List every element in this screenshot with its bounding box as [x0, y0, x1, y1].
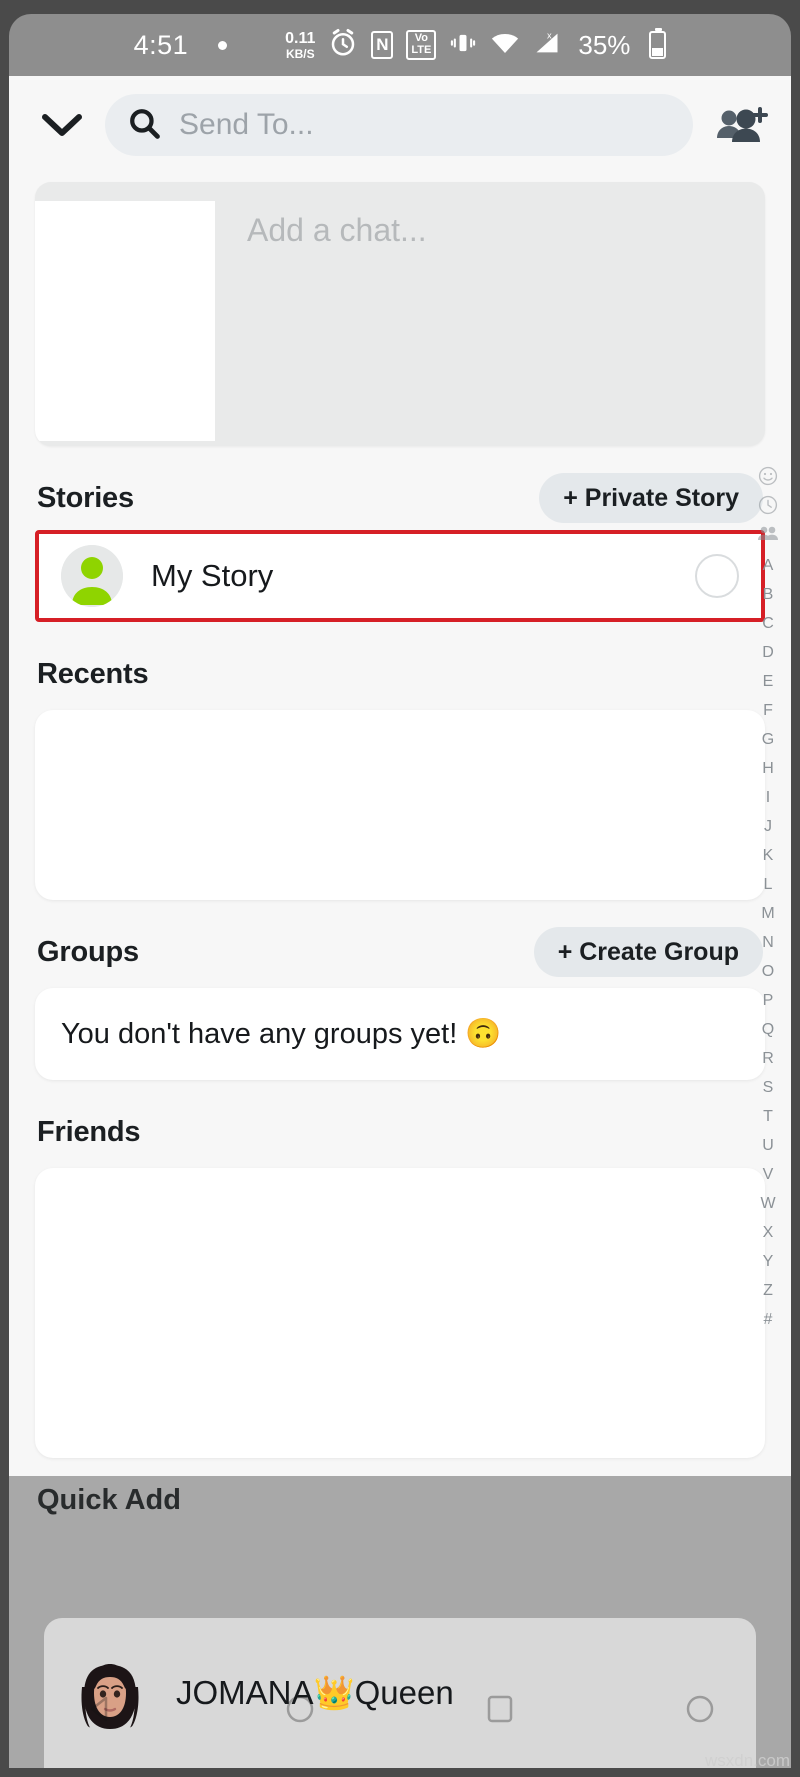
- friends-section-header: Friends: [9, 1106, 791, 1158]
- cellular-signal-icon: x: [533, 29, 561, 62]
- search-placeholder: Send To...: [179, 108, 314, 141]
- alpha-letter[interactable]: J: [764, 812, 772, 841]
- vibrate-icon: [449, 29, 477, 62]
- nfc-label: N: [376, 35, 389, 54]
- status-bar-time: 4:51: [133, 29, 189, 60]
- friends-list-card[interactable]: [35, 1168, 765, 1458]
- network-speed-unit: KB/S: [285, 46, 315, 61]
- network-speed-value: 0.11: [285, 29, 316, 47]
- add-a-chat-placeholder: Add a chat...: [247, 212, 427, 248]
- groups-title: Groups: [37, 935, 139, 968]
- alpha-letter[interactable]: Y: [763, 1247, 774, 1276]
- alpha-letter[interactable]: M: [761, 899, 774, 928]
- alpha-letter[interactable]: X: [763, 1218, 774, 1247]
- quick-add-contact-row[interactable]: JOMANA👑Queen: [44, 1618, 756, 1768]
- alarm-clock-icon: [328, 28, 358, 63]
- alpha-letter[interactable]: U: [762, 1131, 774, 1160]
- alpha-letter[interactable]: V: [763, 1160, 774, 1189]
- my-story-select-radio[interactable]: [695, 554, 739, 598]
- my-story-label: My Story: [151, 558, 274, 593]
- avatar: [61, 545, 123, 607]
- alpha-letter[interactable]: H: [762, 754, 774, 783]
- stories-title: Stories: [37, 481, 134, 514]
- alpha-letter[interactable]: #: [764, 1305, 773, 1334]
- create-group-button[interactable]: + Create Group: [533, 927, 763, 977]
- group-icon[interactable]: [757, 524, 779, 547]
- alpha-letter[interactable]: T: [763, 1102, 773, 1131]
- alpha-letter[interactable]: Z: [763, 1276, 773, 1305]
- recents-section-header: Recents: [9, 648, 791, 700]
- add-friends-icon[interactable]: [713, 102, 769, 148]
- groups-section-header: Groups + Create Group: [9, 926, 791, 978]
- search-input[interactable]: Send To...: [105, 94, 693, 156]
- alpha-letter[interactable]: Q: [762, 1015, 774, 1044]
- battery-icon: [649, 28, 667, 59]
- phone-screen: 4:51 0.11 KB/S N Vo LTE x 35% Send To...…: [0, 0, 800, 1777]
- status-bar: 4:51 0.11 KB/S N Vo LTE x 35%: [9, 14, 791, 76]
- snapchat-send-to-screen: Send To... Add a chat... Stories + Priva…: [9, 76, 791, 1768]
- avatar: [70, 1653, 150, 1733]
- add-a-chat-card[interactable]: Add a chat...: [35, 182, 765, 446]
- alpha-letter[interactable]: E: [763, 667, 774, 696]
- smiley-icon[interactable]: [758, 466, 778, 491]
- friends-title: Friends: [37, 1115, 141, 1148]
- alpha-letter[interactable]: I: [766, 783, 770, 812]
- bottom-overlay: JOMANA👑Queen: [9, 1476, 791, 1768]
- alphabet-index[interactable]: A B C D E F G H I J K L M N O P Q R S T …: [751, 466, 785, 1334]
- battery-percent-label: 35%: [578, 29, 631, 60]
- private-story-button[interactable]: + Private Story: [539, 473, 763, 523]
- network-speed-indicator: 0.11 KB/S: [285, 29, 316, 61]
- search-header: Send To...: [9, 76, 791, 168]
- groups-empty-message: You don't have any groups yet! 🙃: [61, 1018, 502, 1050]
- clock-icon[interactable]: [758, 495, 778, 520]
- svg-text:x: x: [547, 30, 552, 40]
- stories-section-header: Stories + Private Story: [9, 472, 791, 524]
- alpha-letter[interactable]: B: [763, 580, 774, 609]
- alpha-letter[interactable]: D: [762, 638, 774, 667]
- alpha-letter[interactable]: S: [763, 1073, 774, 1102]
- alpha-letter[interactable]: O: [762, 957, 774, 986]
- alpha-letter[interactable]: C: [762, 609, 774, 638]
- watermark: wsxdn.com: [704, 1751, 790, 1770]
- volte-icon: Vo LTE: [406, 30, 437, 60]
- alpha-letter[interactable]: L: [764, 870, 773, 899]
- groups-empty-card: You don't have any groups yet! 🙃: [35, 988, 765, 1080]
- notification-dot-icon: [218, 40, 228, 50]
- wifi-icon: [490, 30, 520, 61]
- alpha-letter[interactable]: W: [760, 1189, 775, 1218]
- my-story-row-highlighted[interactable]: My Story: [35, 530, 765, 622]
- volte-bottom-label: LTE: [411, 44, 432, 56]
- alpha-letter[interactable]: P: [763, 986, 774, 1015]
- alpha-letter[interactable]: R: [762, 1044, 774, 1073]
- recents-list-card[interactable]: [35, 710, 765, 900]
- search-icon: [127, 106, 161, 145]
- alpha-letter[interactable]: F: [763, 696, 773, 725]
- chevron-down-icon[interactable]: [39, 105, 85, 145]
- nfc-icon: N: [371, 31, 394, 59]
- quick-add-contact-name: JOMANA👑Queen: [176, 1673, 454, 1711]
- chat-thumbnail: [35, 201, 215, 441]
- alpha-letter[interactable]: A: [763, 551, 774, 580]
- alpha-letter[interactable]: K: [763, 841, 774, 870]
- alpha-letter[interactable]: N: [762, 928, 774, 957]
- alpha-letter[interactable]: G: [762, 725, 774, 754]
- recents-title: Recents: [37, 657, 149, 690]
